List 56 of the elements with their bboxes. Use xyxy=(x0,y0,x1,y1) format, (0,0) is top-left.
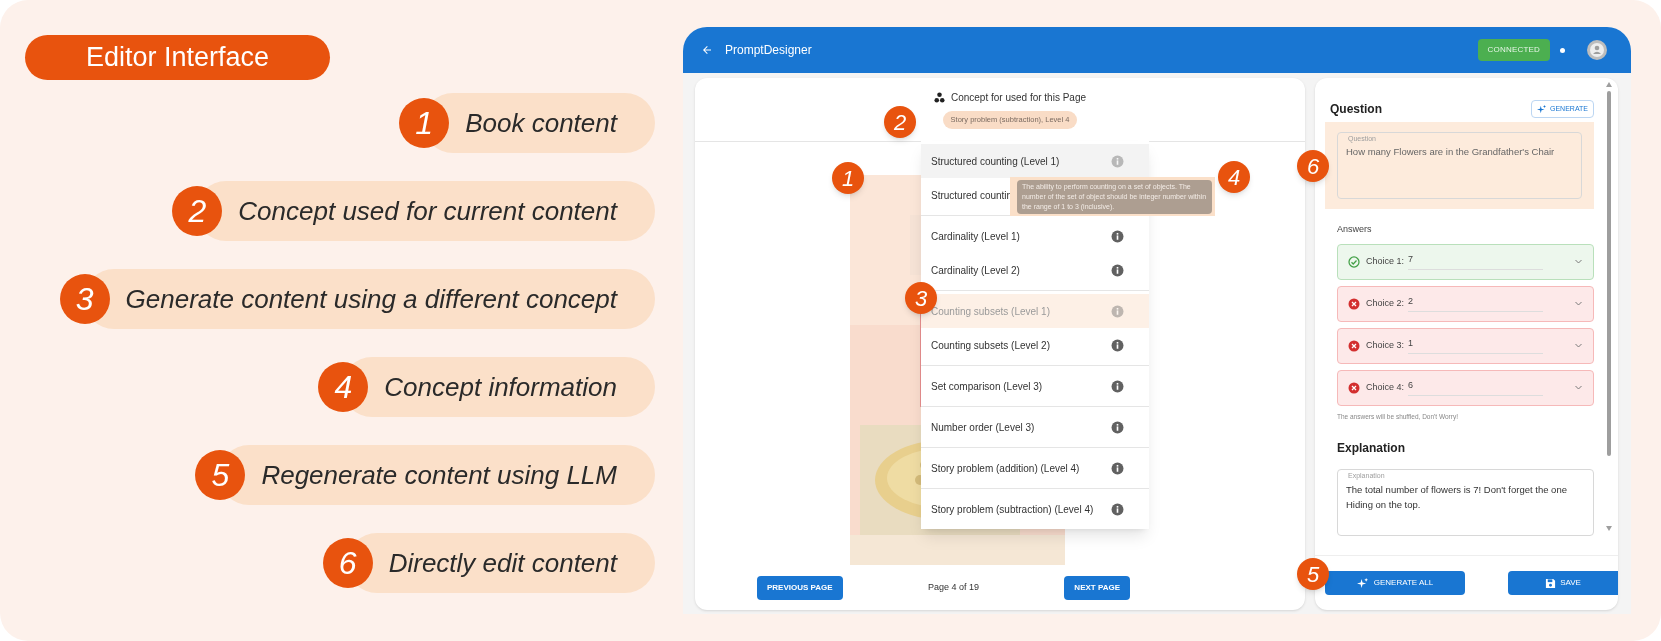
previous-page-button[interactable]: PREVIOUS PAGE xyxy=(757,575,843,600)
x-circle-icon xyxy=(1348,381,1360,394)
generate-all-button[interactable]: GENERATE ALL xyxy=(1325,571,1465,595)
page-indicator: Page 4 of 19 xyxy=(928,580,980,594)
title-badge: Editor Interface xyxy=(25,35,330,80)
info-icon[interactable] xyxy=(1111,263,1124,277)
concept-heading: Concept for used for this Page xyxy=(950,91,1087,106)
choice-value-field[interactable]: 7 xyxy=(1408,253,1544,270)
answers-label: Answers xyxy=(1336,223,1373,236)
status-badge: CONNECTED xyxy=(1477,39,1550,61)
choice-label: Choice 1: xyxy=(1366,254,1405,268)
concept-icon xyxy=(933,92,945,104)
legend-label: Generate content using a different concept xyxy=(125,282,617,316)
choice-label: Choice 3: xyxy=(1366,338,1405,352)
legend-label: Regenerate content using LLM xyxy=(261,458,617,492)
back-arrow-icon[interactable] xyxy=(701,44,713,56)
section-title: Explanation xyxy=(1336,440,1406,458)
menu-item[interactable]: Number order (Level 3) xyxy=(921,410,1149,444)
menu-item[interactable]: Structured counting (Level 1) xyxy=(921,144,1149,178)
section-title: Question xyxy=(1330,101,1382,118)
choice-value-field[interactable]: 6 xyxy=(1408,379,1544,396)
sparkle-icon xyxy=(1537,104,1546,114)
field-value: How many Flowers are in the Grandfather's Chair xyxy=(1346,145,1556,159)
sparkle-icon xyxy=(1356,577,1368,589)
answer-choice[interactable]: Choice 3: 1 xyxy=(1337,327,1594,364)
save-button[interactable]: SAVE xyxy=(1508,571,1618,595)
legend-label: Book content xyxy=(465,106,617,140)
choice-label: Choice 4: xyxy=(1366,380,1405,394)
info-icon[interactable] xyxy=(1111,420,1124,434)
choice-label: Choice 2: xyxy=(1366,296,1405,310)
x-circle-icon xyxy=(1348,297,1360,310)
avatar-icon[interactable] xyxy=(1587,40,1607,60)
answer-choice[interactable]: Choice 4: 6 xyxy=(1337,369,1594,406)
app-title: PromptDesigner xyxy=(725,42,812,59)
info-icon[interactable] xyxy=(1111,461,1124,475)
legend-label: Directly edit content xyxy=(388,546,617,580)
legend-label: Concept information xyxy=(384,370,617,404)
answer-choice[interactable]: Choice 1: 7 xyxy=(1337,243,1594,280)
field-value: The total number of flowers is 7! Don't forget the one Hiding on the top. xyxy=(1346,483,1568,513)
menu-item[interactable]: Cardinality (Level 1) xyxy=(921,219,1149,253)
info-icon[interactable] xyxy=(1111,229,1124,243)
menu-item[interactable]: Story problem (addition) (Level 4) xyxy=(921,451,1149,485)
answer-choice[interactable]: Choice 2: 2 xyxy=(1337,285,1594,322)
menu-item[interactable]: Counting subsets (Level 2) xyxy=(921,328,1149,362)
save-icon xyxy=(1545,577,1557,589)
x-circle-icon xyxy=(1348,339,1360,352)
menu-item[interactable]: Set comparison (Level 3) xyxy=(921,369,1149,403)
choice-value-field[interactable]: 1 xyxy=(1408,337,1544,354)
info-icon[interactable] xyxy=(1111,502,1124,516)
info-icon[interactable] xyxy=(1111,338,1124,352)
legend-label: Concept used for current content xyxy=(238,194,617,228)
info-icon[interactable] xyxy=(1111,379,1124,393)
check-circle-icon xyxy=(1348,255,1360,268)
choice-value-field[interactable]: 2 xyxy=(1408,295,1544,312)
menu-item[interactable]: Story problem (subtraction) (Level 4) xyxy=(921,492,1149,526)
next-page-button[interactable]: NEXT PAGE xyxy=(1064,575,1130,600)
